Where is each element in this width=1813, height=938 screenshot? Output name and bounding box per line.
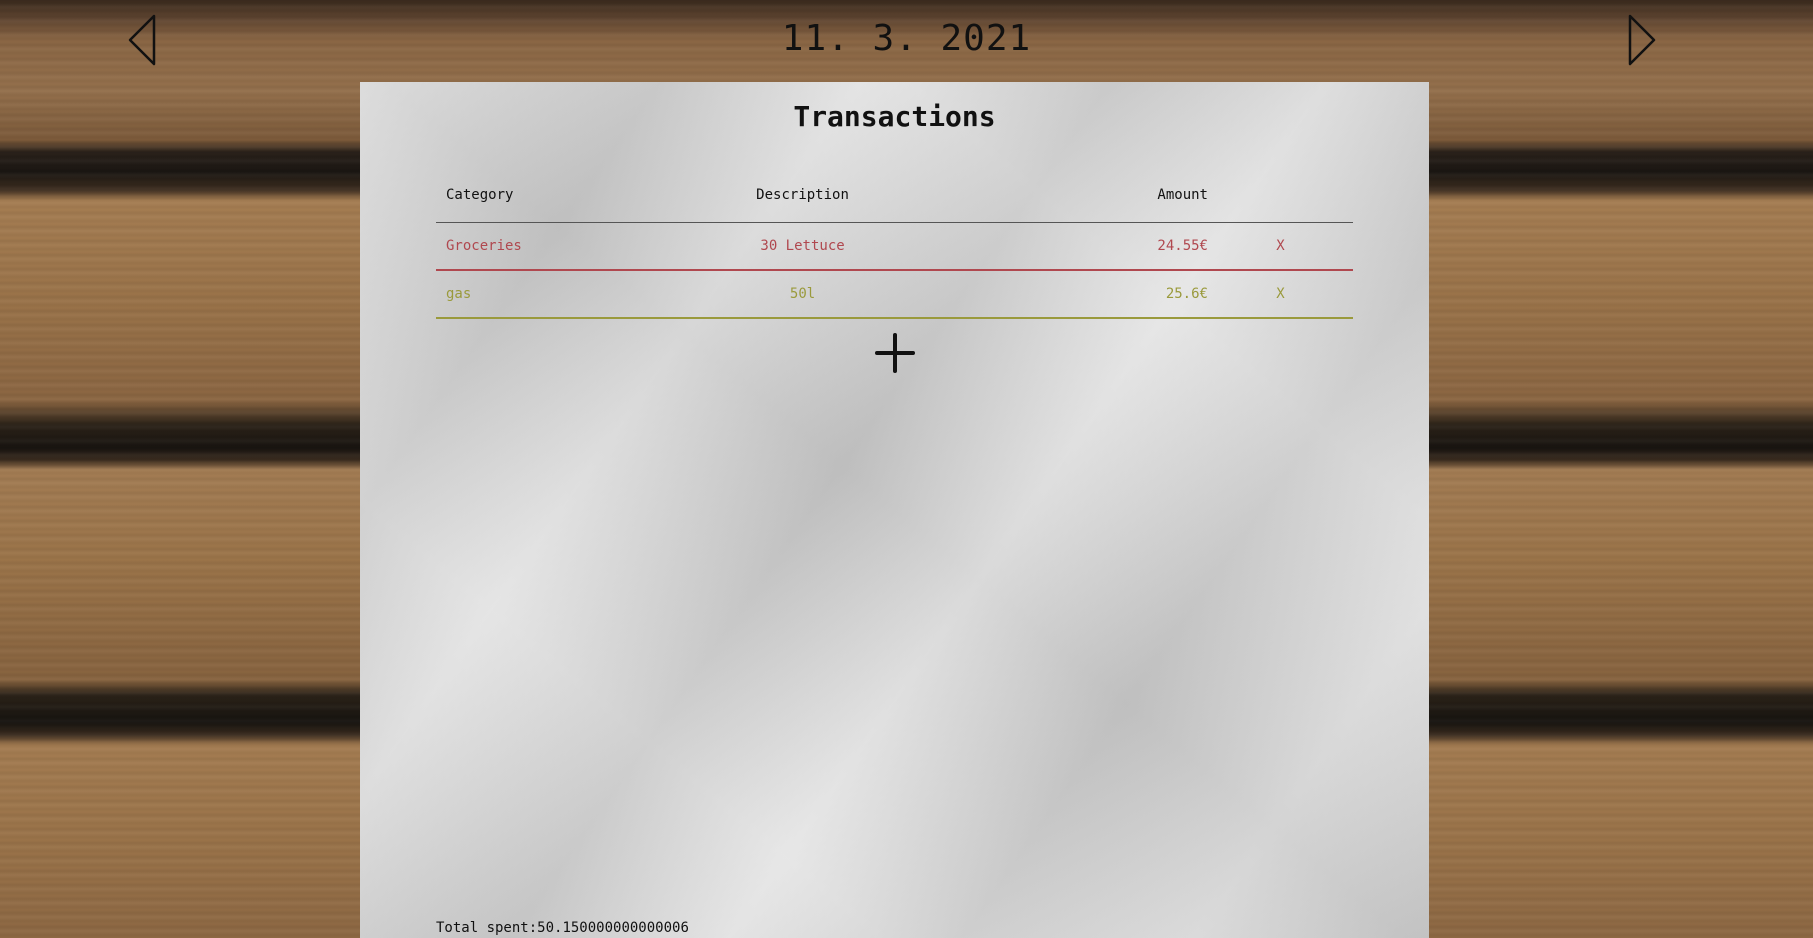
total-spent: Total spent:50.150000000000006 (436, 920, 689, 936)
row-description: 50l (693, 270, 912, 319)
plus-icon (875, 333, 915, 373)
current-date: 11. 3. 2021 (781, 18, 1032, 59)
next-day-icon[interactable] (1624, 12, 1664, 68)
add-transaction-button[interactable] (874, 332, 916, 374)
delete-row-button[interactable]: X (1276, 286, 1284, 302)
row-category: Groceries (436, 222, 694, 271)
row-amount: 24.55€ (911, 222, 1208, 271)
row-amount: 25.6€ (911, 270, 1208, 319)
column-header-amount: Amount (911, 168, 1208, 223)
page-title: Transactions (793, 100, 996, 133)
table-row: gas 50l 25.6€ X (436, 270, 1353, 319)
delete-row-button[interactable]: X (1276, 238, 1284, 254)
column-header-description: Description (693, 168, 912, 223)
transactions-paper: Transactions Category Description Amount… (360, 82, 1429, 938)
transactions-table: Category Description Amount Groceries 30… (436, 168, 1353, 319)
total-spent-value: 50.150000000000006 (537, 920, 689, 936)
table-row: Groceries 30 Lettuce 24.55€ X (436, 222, 1353, 271)
row-category: gas (436, 270, 694, 319)
table-header-row: Category Description Amount (436, 168, 1353, 223)
column-header-delete (1207, 168, 1353, 223)
column-header-category: Category (436, 168, 694, 223)
row-description: 30 Lettuce (693, 222, 912, 271)
total-spent-label: Total spent: (436, 920, 538, 936)
